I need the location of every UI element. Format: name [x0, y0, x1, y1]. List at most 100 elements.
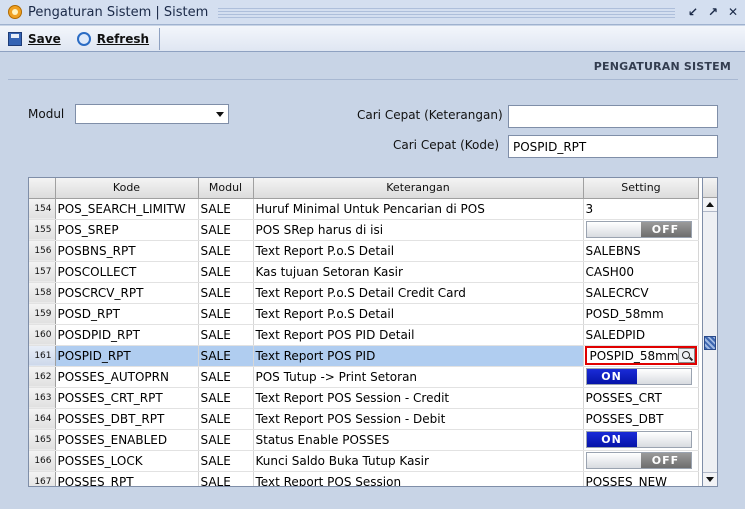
- table-row[interactable]: 154 POS_SEARCH_LIMITW SALE Huruf Minimal Un…: [29, 198, 700, 220]
- toggle-switch-on[interactable]: ON: [585, 431, 692, 448]
- column-header-keterangan[interactable]: Keterangan: [253, 178, 584, 199]
- minimize-icon[interactable]: ↙: [685, 4, 701, 20]
- table-row[interactable]: 165 POSSES_ENABLED SALE Status Enable POSSE…: [29, 429, 700, 451]
- cell-setting[interactable]: 3: [583, 198, 700, 220]
- cell-kode[interactable]: POSPID_RPT: [55, 345, 199, 367]
- cell-setting[interactable]: CASH00: [583, 261, 700, 283]
- scroll-up-icon[interactable]: [703, 198, 717, 212]
- vertical-scrollbar[interactable]: [702, 177, 718, 487]
- cell-kode[interactable]: POSSES_ENABLED: [55, 429, 199, 451]
- scrollbar-thumb[interactable]: [704, 336, 716, 350]
- cell-modul[interactable]: SALE: [198, 345, 254, 367]
- cell-keterangan[interactable]: POS SRep harus di isi: [253, 219, 584, 241]
- cell-kode[interactable]: POS_SEARCH_LIMITW: [55, 198, 199, 220]
- cell-modul[interactable]: SALE: [198, 324, 254, 346]
- table-row[interactable]: 162 POSSES_AUTOPRN SALE POS Tutup -> Print …: [29, 366, 700, 388]
- lookup-search-icon[interactable]: [678, 348, 696, 363]
- cell-kode[interactable]: POSCRCV_RPT: [55, 282, 199, 304]
- cell-modul[interactable]: SALE: [198, 303, 254, 325]
- column-header-kode[interactable]: Kode: [55, 178, 199, 199]
- table-row[interactable]: 159 POSD_RPT SALE Text Report P.o.S Detail P…: [29, 303, 700, 325]
- cell-keterangan[interactable]: Huruf Minimal Untuk Pencarian di POS: [253, 198, 584, 220]
- cell-kode[interactable]: POSSES_LOCK: [55, 450, 199, 472]
- row-number: 156: [29, 240, 56, 262]
- cell-kode[interactable]: POSD_RPT: [55, 303, 199, 325]
- cell-setting[interactable]: SALEDPID: [583, 324, 700, 346]
- app-icon: [8, 5, 22, 19]
- table-row[interactable]: 167 POSSES_RPT SALE Text Report POS Session…: [29, 471, 700, 486]
- cell-kode[interactable]: POSDPID_RPT: [55, 324, 199, 346]
- scroll-down-icon[interactable]: [703, 472, 717, 486]
- cell-modul[interactable]: SALE: [198, 387, 254, 409]
- row-number: 161: [29, 345, 56, 367]
- cell-keterangan[interactable]: Text Report POS Session: [253, 471, 584, 486]
- cell-modul[interactable]: SALE: [198, 282, 254, 304]
- cell-keterangan[interactable]: Kunci Saldo Buka Tutup Kasir: [253, 450, 584, 472]
- table-row[interactable]: 163 POSSES_CRT_RPT SALE Text Report POS Ses…: [29, 387, 700, 409]
- cell-keterangan[interactable]: Status Enable POSSES: [253, 429, 584, 451]
- section-divider: [8, 79, 738, 80]
- modul-select[interactable]: [75, 104, 229, 124]
- cell-kode[interactable]: POSBNS_RPT: [55, 240, 199, 262]
- cell-modul[interactable]: SALE: [198, 471, 254, 486]
- cell-kode[interactable]: POS_SREP: [55, 219, 199, 241]
- cell-setting[interactable]: POSSES_NEW: [583, 471, 700, 486]
- cell-modul[interactable]: SALE: [198, 450, 254, 472]
- maximize-icon[interactable]: ↗: [705, 4, 721, 20]
- table-row[interactable]: 155 POS_SREP SALE POS SRep harus di isi OFF: [29, 219, 700, 241]
- cell-keterangan[interactable]: Text Report P.o.S Detail: [253, 303, 584, 325]
- cell-modul[interactable]: SALE: [198, 240, 254, 262]
- cari-kode-input[interactable]: [508, 135, 718, 158]
- cell-modul[interactable]: SALE: [198, 408, 254, 430]
- title-bar-grip[interactable]: [218, 6, 675, 18]
- cell-kode[interactable]: POSCOLLECT: [55, 261, 199, 283]
- cell-keterangan[interactable]: Text Report P.o.S Detail: [253, 240, 584, 262]
- title-bar: Pengaturan Sistem | Sistem ↙ ↗ ✕: [0, 0, 745, 25]
- cell-setting[interactable]: ON: [583, 366, 700, 388]
- close-icon[interactable]: ✕: [725, 4, 741, 20]
- cell-modul[interactable]: SALE: [198, 429, 254, 451]
- column-header-modul[interactable]: Modul: [198, 178, 254, 199]
- setting-edit-value[interactable]: POSPID_58mm: [587, 349, 679, 363]
- cell-keterangan[interactable]: Text Report POS Session - Debit: [253, 408, 584, 430]
- cell-setting[interactable]: POSD_58mm: [583, 303, 700, 325]
- cell-kode[interactable]: POSSES_AUTOPRN: [55, 366, 199, 388]
- save-button[interactable]: Save: [0, 28, 69, 50]
- cell-keterangan[interactable]: Kas tujuan Setoran Kasir: [253, 261, 584, 283]
- cell-keterangan[interactable]: Text Report POS PID Detail: [253, 324, 584, 346]
- table-row[interactable]: 166 POSSES_LOCK SALE Kunci Saldo Buka Tutup…: [29, 450, 700, 472]
- cell-setting[interactable]: SALEBNS: [583, 240, 700, 262]
- column-header-setting[interactable]: Setting: [583, 178, 700, 199]
- table-row[interactable]: 158 POSCRCV_RPT SALE Text Report P.o.S Deta…: [29, 282, 700, 304]
- cell-setting[interactable]: OFF: [583, 219, 700, 241]
- toggle-switch-off[interactable]: OFF: [585, 452, 692, 469]
- cell-modul[interactable]: SALE: [198, 366, 254, 388]
- cell-setting[interactable]: POSPID_58mm: [583, 345, 700, 367]
- cell-kode[interactable]: POSSES_RPT: [55, 471, 199, 486]
- table-row[interactable]: 160 POSDPID_RPT SALE Text Report POS PID De…: [29, 324, 700, 346]
- cell-modul[interactable]: SALE: [198, 198, 254, 220]
- toggle-switch-on[interactable]: ON: [585, 368, 692, 385]
- cell-setting[interactable]: OFF: [583, 450, 700, 472]
- refresh-button[interactable]: Refresh: [69, 28, 157, 50]
- table-row[interactable]: 164 POSSES_DBT_RPT SALE Text Report POS Ses…: [29, 408, 700, 430]
- cell-setting[interactable]: POSSES_DBT: [583, 408, 700, 430]
- cell-keterangan[interactable]: Text Report POS PID: [253, 345, 584, 367]
- cell-modul[interactable]: SALE: [198, 261, 254, 283]
- cell-setting[interactable]: POSSES_CRT: [583, 387, 700, 409]
- table-row[interactable]: 161 POSPID_RPT SALE Text Report POS PID POSP…: [29, 345, 700, 367]
- cell-keterangan[interactable]: Text Report POS Session - Credit: [253, 387, 584, 409]
- table-row[interactable]: 156 POSBNS_RPT SALE Text Report P.o.S Detai…: [29, 240, 700, 262]
- cari-keterangan-input[interactable]: [508, 105, 718, 128]
- cell-setting[interactable]: ON: [583, 429, 700, 451]
- cell-keterangan[interactable]: Text Report P.o.S Detail Credit Card: [253, 282, 584, 304]
- setting-edit-field[interactable]: POSPID_58mm: [584, 346, 698, 365]
- cell-keterangan[interactable]: POS Tutup -> Print Setoran: [253, 366, 584, 388]
- toggle-switch-off[interactable]: OFF: [585, 221, 692, 238]
- modul-label: Modul: [28, 107, 65, 121]
- table-row[interactable]: 157 POSCOLLECT SALE Kas tujuan Setoran Kasi…: [29, 261, 700, 283]
- cell-setting[interactable]: SALECRCV: [583, 282, 700, 304]
- cell-kode[interactable]: POSSES_DBT_RPT: [55, 408, 199, 430]
- cell-kode[interactable]: POSSES_CRT_RPT: [55, 387, 199, 409]
- cell-modul[interactable]: SALE: [198, 219, 254, 241]
